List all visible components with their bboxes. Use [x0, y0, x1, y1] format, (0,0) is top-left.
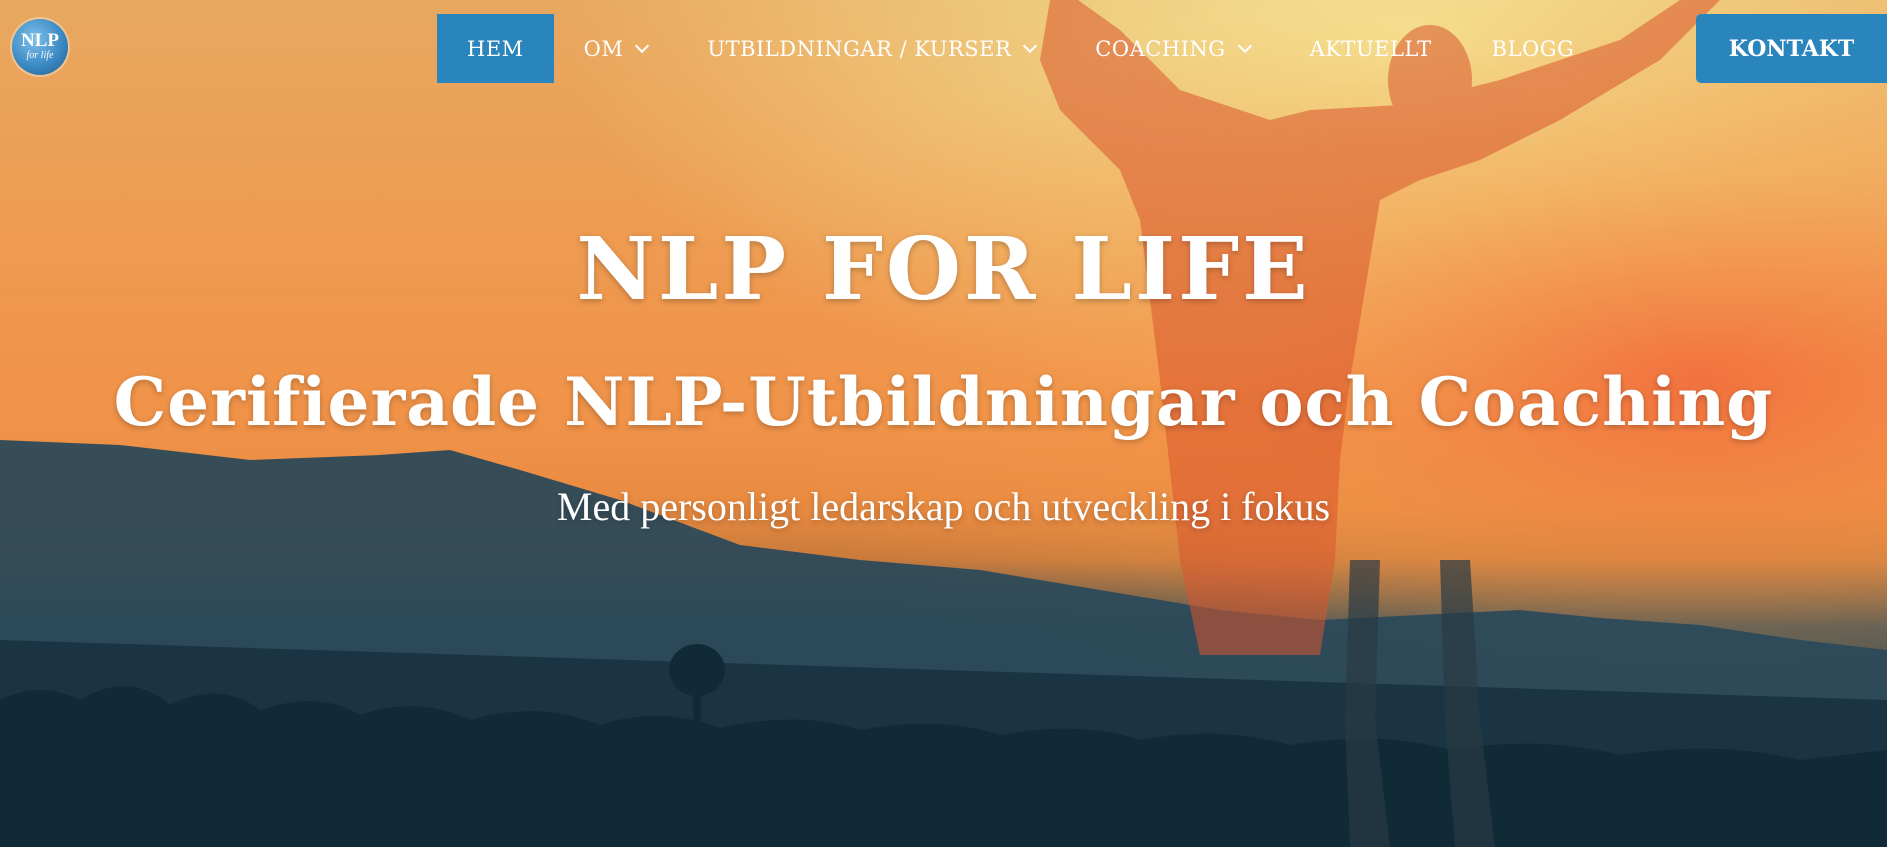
hero-tagline: Med personligt ledarskap och utveckling … [556, 484, 1331, 529]
nav-item-label: BLOGG [1491, 36, 1575, 61]
nlp-logo[interactable]: NLP for life [12, 19, 68, 75]
nav-item-label: HEM [467, 36, 524, 61]
nav-item-hem[interactable]: HEM [437, 14, 554, 83]
kontakt-button[interactable]: KONTAKT [1696, 14, 1887, 83]
nav-item-label: COACHING [1095, 36, 1226, 61]
nav-item-utbildningar-kurser[interactable]: UTBILDNINGAR / KURSER [677, 14, 1065, 83]
nav-item-blogg[interactable]: BLOGG [1462, 14, 1605, 83]
nav-item-om[interactable]: OM [554, 14, 678, 83]
nav-item-aktuellt[interactable]: AKTUELLT [1280, 14, 1462, 83]
logo-subtext: for life [26, 50, 54, 61]
chevron-down-icon [1023, 38, 1038, 53]
chevron-down-icon [1237, 38, 1252, 53]
nav-item-label: AKTUELLT [1309, 36, 1432, 61]
nav-item-label: OM [583, 36, 624, 61]
nav-item-coaching[interactable]: COACHING [1065, 14, 1279, 83]
main-navigation: NLP for life HEM OM UTBILDNINGAR / KURSE… [0, 0, 1887, 84]
chevron-down-icon [635, 38, 650, 53]
hero-section: NLP for life HEM OM UTBILDNINGAR / KURSE… [0, 0, 1887, 847]
nav-item-label: UTBILDNINGAR / KURSER [707, 36, 1012, 61]
hero-title: NLP FOR LIFE [576, 219, 1311, 320]
logo-text: NLP [21, 30, 59, 51]
hero-subtitle: Cerifierade NLP-Utbildningar och Coachin… [113, 363, 1774, 441]
nav-menu: HEM OM UTBILDNINGAR / KURSER COACHING AK… [437, 14, 1604, 83]
